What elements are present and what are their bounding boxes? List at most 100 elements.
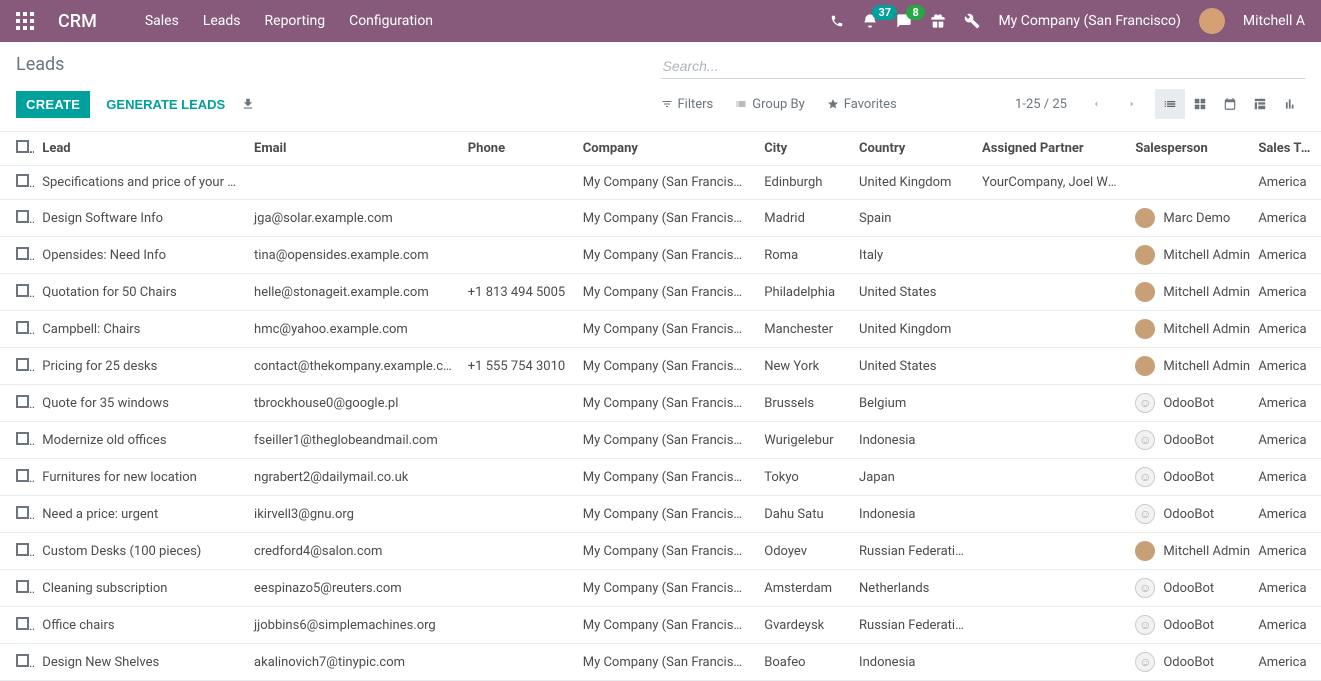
table-row[interactable]: Quote for 35 windowstbrockhouse0@google.… [0,385,1321,422]
row-checkbox[interactable] [16,654,29,667]
salesperson-avatar [1135,282,1155,302]
breadcrumb: Leads [16,54,661,75]
cell-lead: Opensides: Need Info [34,237,246,274]
generate-leads-button[interactable]: Generate Leads [106,97,225,112]
salesperson-avatar [1135,245,1155,265]
row-checkbox[interactable] [16,506,29,519]
cell-company: My Company (San Francisco) [575,607,757,644]
row-checkbox[interactable] [16,395,29,408]
cell-phone [460,422,575,459]
funnel-icon [661,98,673,110]
view-kanban-button[interactable] [1185,89,1215,119]
cell-city: Odoyev [756,533,851,570]
cell-email: helle@stonageit.example.com [246,274,460,311]
cell-salesperson: Mitchell Admin [1127,237,1250,274]
table-row[interactable]: Need a price: urgentikirvell3@gnu.orgMy … [0,496,1321,533]
groupby-dropdown[interactable]: Group By [735,97,805,112]
cell-country: United States [851,274,974,311]
create-button[interactable]: Create [16,91,90,118]
table-row[interactable]: Cleaning subscriptioneespinazo5@reuters.… [0,570,1321,607]
cell-salesperson: OdooBot [1127,607,1250,644]
row-checkbox[interactable] [16,469,29,482]
col-country[interactable]: Country [851,132,974,166]
download-icon[interactable] [241,97,255,111]
row-checkbox[interactable] [16,543,29,556]
activity-icon[interactable]: 37 [862,13,878,29]
pager-next[interactable] [1119,95,1145,113]
topbar: CRM Sales Leads Reporting Configuration … [0,0,1321,42]
pager-text[interactable]: 1-25 / 25 [1015,97,1067,112]
username[interactable]: Mitchell A [1243,13,1305,29]
favorites-dropdown[interactable]: Favorites [827,97,897,112]
table-row[interactable]: Custom Desks (100 pieces)credford4@salon… [0,533,1321,570]
row-checkbox[interactable] [16,617,29,630]
col-phone[interactable]: Phone [460,132,575,166]
cell-country: Spain [851,200,974,237]
table-row[interactable]: Campbell: Chairshmc@yahoo.example.comMy … [0,311,1321,348]
view-graph-button[interactable] [1275,89,1305,119]
menu-reporting[interactable]: Reporting [265,13,326,29]
cell-team: America [1250,496,1321,533]
col-partner[interactable]: Assigned Partner [974,132,1127,166]
apps-icon[interactable] [16,12,34,30]
table-row[interactable]: Furnitures for new locationngrabert2@dai… [0,459,1321,496]
phone-icon[interactable] [830,14,844,28]
cell-phone [460,459,575,496]
row-checkbox[interactable] [16,321,29,334]
app-brand[interactable]: CRM [58,11,97,32]
cell-company: My Company (San Francisco) [575,422,757,459]
cell-lead: Furnitures for new location [34,459,246,496]
tools-icon[interactable] [964,13,980,29]
menu-leads[interactable]: Leads [203,13,241,29]
cell-phone [460,644,575,681]
row-checkbox[interactable] [16,580,29,593]
menu-configuration[interactable]: Configuration [349,13,433,29]
cell-company: My Company (San Francisco) [575,644,757,681]
filters-dropdown[interactable]: Filters [661,97,714,112]
table-row[interactable]: Design New Shelvesakalinovich7@tinypic.c… [0,644,1321,681]
table-row[interactable]: Specifications and price of your p...My … [0,166,1321,200]
pager-prev[interactable] [1083,95,1109,113]
company-selector[interactable]: My Company (San Francisco) [998,13,1180,29]
table-row[interactable]: Office chairsjjobbins6@simplemachines.or… [0,607,1321,644]
menu-sales[interactable]: Sales [145,13,179,29]
col-email[interactable]: Email [246,132,460,166]
col-company[interactable]: Company [575,132,757,166]
table-row[interactable]: Quotation for 50 Chairshelle@stonageit.e… [0,274,1321,311]
leads-table: Lead Email Phone Company City Country As… [0,132,1321,681]
row-checkbox[interactable] [16,284,29,297]
select-all-checkbox[interactable] [16,140,29,153]
col-city[interactable]: City [756,132,851,166]
bot-avatar [1135,615,1155,635]
bot-avatar [1135,467,1155,487]
cell-partner [974,422,1127,459]
cell-company: My Company (San Francisco) [575,459,757,496]
cell-partner [974,385,1127,422]
col-salesperson[interactable]: Salesperson [1127,132,1250,166]
search-input[interactable] [661,54,1306,79]
row-checkbox[interactable] [16,247,29,260]
row-checkbox[interactable] [16,174,29,187]
cell-email: hmc@yahoo.example.com [246,311,460,348]
messages-icon[interactable]: 8 [896,13,912,29]
table-row[interactable]: Pricing for 25 deskscontact@thekompany.e… [0,348,1321,385]
table-row[interactable]: Design Software Infojga@solar.example.co… [0,200,1321,237]
user-avatar[interactable] [1199,8,1225,34]
col-lead[interactable]: Lead [34,132,246,166]
view-calendar-button[interactable] [1215,89,1245,119]
row-checkbox[interactable] [16,358,29,371]
col-salesteam[interactable]: Sales Team [1250,132,1321,166]
cell-phone [460,311,575,348]
row-checkbox[interactable] [16,210,29,223]
topbar-right: 37 8 My Company (San Francisco) Mitchell… [830,8,1305,34]
favorites-label: Favorites [844,97,897,112]
gift-icon[interactable] [930,13,946,29]
row-checkbox[interactable] [16,432,29,445]
cell-lead: Campbell: Chairs [34,311,246,348]
view-pivot-button[interactable] [1245,89,1275,119]
cell-team: America [1250,644,1321,681]
table-row[interactable]: Modernize old officesfseiller1@theglobea… [0,422,1321,459]
table-row[interactable]: Opensides: Need Infotina@opensides.examp… [0,237,1321,274]
view-list-button[interactable] [1155,89,1185,119]
cell-country: United States [851,348,974,385]
